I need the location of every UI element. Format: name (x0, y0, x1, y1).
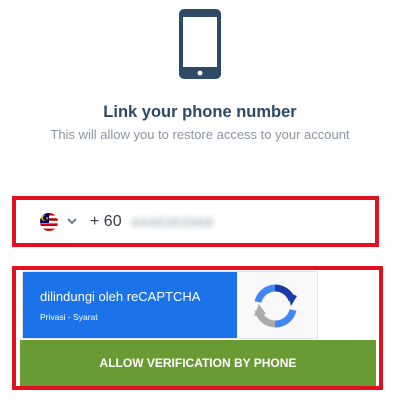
malaysia-flag-icon[interactable] (40, 213, 58, 231)
phone-input-highlight: + 60 4446363968 (12, 196, 379, 247)
recaptcha-title: dilindungi oleh reCAPTCHA (40, 289, 201, 304)
page-title: Link your phone number (103, 103, 297, 121)
phone-number-input[interactable]: 4446363968 (131, 214, 214, 230)
recaptcha-privacy-terms-links[interactable]: Privasi - Syarat (40, 312, 98, 322)
chevron-down-icon[interactable] (66, 215, 78, 227)
country-code[interactable]: + 60 (90, 213, 122, 231)
recaptcha-logo-icon (254, 284, 297, 328)
smartphone-icon (179, 9, 221, 79)
recaptcha-widget[interactable]: dilindungi oleh reCAPTCHA Privasi - Syar… (22, 271, 318, 339)
page-subtitle: This will allow you to restore access to… (50, 127, 350, 142)
allow-verification-button[interactable]: ALLOW VERIFICATION BY PHONE (20, 340, 376, 386)
link-phone-page: Link your phone number This will allow y… (0, 0, 400, 400)
recaptcha-banner: dilindungi oleh reCAPTCHA Privasi - Syar… (23, 272, 237, 338)
